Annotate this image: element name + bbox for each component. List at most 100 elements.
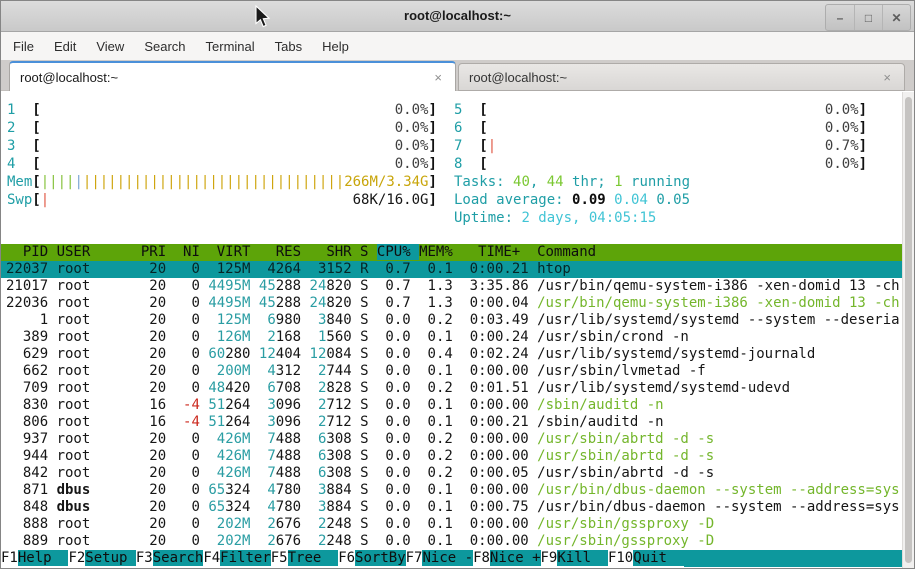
- fkey-number: F4: [203, 550, 220, 566]
- fkey-label: SortBy: [355, 550, 406, 566]
- process-row-889[interactable]: 889 root 20 0 202M 2676 2248 S 0.0 0.1 0…: [1, 533, 902, 550]
- fkey-f7[interactable]: F7Nice -: [406, 550, 473, 567]
- menu-item-tabs[interactable]: Tabs: [265, 35, 312, 58]
- process-rows: 22037 root 20 0 125M 4264 3152 R 0.7 0.1…: [1, 261, 902, 550]
- fkey-label: Help: [18, 550, 69, 566]
- minimize-button[interactable]: –: [826, 5, 854, 30]
- swp-meter: Swp[| 68K/16.0G]: [7, 191, 437, 209]
- fkey-label: Kill: [557, 550, 608, 566]
- fkey-number: F6: [338, 550, 355, 566]
- column-header-res[interactable]: RES: [259, 244, 310, 260]
- cpu-meter-3: 3 [ 0.0%]: [7, 137, 437, 155]
- fkey-number: F9: [541, 550, 558, 566]
- fkey-f6[interactable]: F6SortBy: [338, 550, 405, 567]
- process-row-389[interactable]: 389 root 20 0 126M 2168 1560 S 0.0 0.1 0…: [1, 329, 902, 346]
- htop-meters-left: 1 [ 0.0%]2 [ 0.0%]3 [ 0.0%]4 [ 0: [7, 101, 437, 209]
- menu-item-terminal[interactable]: Terminal: [196, 35, 265, 58]
- fkey-label: Nice -: [422, 550, 473, 566]
- fkey-f8[interactable]: F8Nice +: [473, 550, 540, 567]
- tab-close-icon[interactable]: ×: [880, 70, 894, 85]
- tab-close-icon[interactable]: ×: [431, 70, 445, 85]
- column-header-command[interactable]: Command: [537, 244, 596, 260]
- menu-item-file[interactable]: File: [3, 35, 44, 58]
- cpu-meter-7: 7 [| 0.7%]: [454, 137, 867, 155]
- load-average: Load average: 0.09 0.04 0.05: [454, 191, 867, 209]
- fkey-label: Quit: [633, 550, 684, 566]
- process-row-888[interactable]: 888 root 20 0 202M 2676 2248 S 0.0 0.1 0…: [1, 516, 902, 533]
- maximize-button[interactable]: □: [854, 5, 882, 30]
- fkey-f5[interactable]: F5Tree: [271, 550, 338, 567]
- terminal-screen[interactable]: 1 [ 0.0%]2 [ 0.0%]3 [ 0.0%]4 [ 0: [1, 92, 914, 568]
- fkey-number: F10: [608, 550, 633, 566]
- cpu-meter-4: 4 [ 0.0%]: [7, 155, 437, 173]
- fkey-number: F7: [406, 550, 423, 566]
- terminal-tab-1[interactable]: root@localhost:~ ×: [9, 61, 456, 91]
- cpu-meter-5: 5 [ 0.0%]: [454, 101, 867, 119]
- fkey-f1[interactable]: F1Help: [1, 550, 68, 567]
- column-header-s[interactable]: S: [360, 244, 377, 260]
- window-buttons: –□✕: [825, 4, 911, 31]
- fkey-label: Search: [153, 550, 204, 566]
- cpu-meter-1: 1 [ 0.0%]: [7, 101, 437, 119]
- menu-bar: FileEditViewSearchTerminalTabsHelp: [1, 32, 914, 60]
- column-header-pri[interactable]: PRI: [141, 244, 175, 260]
- menu-item-help[interactable]: Help: [312, 35, 359, 58]
- fkey-f10[interactable]: F10Quit: [608, 550, 684, 567]
- scrollbar-thumb[interactable]: [905, 97, 912, 563]
- terminal-tab-2[interactable]: root@localhost:~×: [458, 63, 905, 91]
- uptime: Uptime: 2 days, 04:05:15: [454, 209, 867, 227]
- column-header-user[interactable]: USER: [57, 244, 141, 260]
- terminal-window: root@localhost:~ –□✕ FileEditViewSearchT…: [0, 0, 915, 569]
- column-header-shr[interactable]: SHR: [309, 244, 360, 260]
- process-row-662[interactable]: 662 root 20 0 200M 4312 2744 S 0.0 0.1 0…: [1, 363, 902, 380]
- process-row-709[interactable]: 709 root 20 0 48420 6708 2828 S 0.0 0.2 …: [1, 380, 902, 397]
- fkey-number: F2: [68, 550, 85, 566]
- tab-label: root@localhost:~: [20, 70, 118, 85]
- process-row-806[interactable]: 806 root 16 -4 51264 3096 2712 S 0.0 0.1…: [1, 414, 902, 431]
- menu-item-edit[interactable]: Edit: [44, 35, 86, 58]
- tasks-summary: Tasks: 40, 44 thr; 1 running: [454, 173, 867, 191]
- cpu-meter-8: 8 [ 0.0%]: [454, 155, 867, 173]
- process-row-944[interactable]: 944 root 20 0 426M 7488 6308 S 0.0 0.2 0…: [1, 448, 902, 465]
- process-row-21017[interactable]: 21017 root 20 0 4495M 45288 24820 S 0.7 …: [1, 278, 902, 295]
- fkey-number: F5: [271, 550, 288, 566]
- process-row-629[interactable]: 629 root 20 0 60280 12404 12084 S 0.0 0.…: [1, 346, 902, 363]
- fkey-label: Filter: [220, 550, 271, 566]
- htop-meters-right: 5 [ 0.0%]6 [ 0.0%]7 [| 0.7%]8 [ 0.0%]Tas…: [454, 101, 867, 227]
- fkey-number: F3: [136, 550, 153, 566]
- column-header-virt[interactable]: VIRT: [208, 244, 259, 260]
- mem-meter: Mem[||||||||||||||||||||||||||||||||||||…: [7, 173, 437, 191]
- process-table-header[interactable]: PID USER PRI NI VIRT RES SHR S CPU% MEM%…: [1, 244, 902, 261]
- function-key-bar: F1Help F2Setup F3SearchF4FilterF5Tree F6…: [1, 550, 902, 567]
- process-row-22036[interactable]: 22036 root 20 0 4495M 45288 24820 S 0.7 …: [1, 295, 902, 312]
- fkey-f3[interactable]: F3Search: [136, 550, 203, 567]
- process-row-871[interactable]: 871 dbus 20 0 65324 4780 3884 S 0.0 0.1 …: [1, 482, 902, 499]
- process-table: PID USER PRI NI VIRT RES SHR S CPU% MEM%…: [1, 244, 902, 550]
- process-row-848[interactable]: 848 dbus 20 0 65324 4780 3884 S 0.0 0.1 …: [1, 499, 902, 516]
- process-row-842[interactable]: 842 root 20 0 426M 7488 6308 S 0.0 0.2 0…: [1, 465, 902, 482]
- process-row-22037[interactable]: 22037 root 20 0 125M 4264 3152 R 0.7 0.1…: [1, 261, 902, 278]
- column-header-ni[interactable]: NI: [175, 244, 209, 260]
- fkey-f9[interactable]: F9Kill: [541, 550, 608, 567]
- fkey-f2[interactable]: F2Setup: [68, 550, 135, 567]
- fkey-label: Setup: [85, 550, 136, 566]
- scrollbar[interactable]: [902, 92, 914, 568]
- menu-item-view[interactable]: View: [86, 35, 134, 58]
- process-row-830[interactable]: 830 root 16 -4 51264 3096 2712 S 0.0 0.1…: [1, 397, 902, 414]
- cpu-meter-6: 6 [ 0.0%]: [454, 119, 867, 137]
- fkey-label: Tree: [288, 550, 339, 566]
- column-header-pid[interactable]: PID: [6, 244, 57, 260]
- fkey-number: F8: [473, 550, 490, 566]
- cpu-meter-2: 2 [ 0.0%]: [7, 119, 437, 137]
- column-header-time+[interactable]: TIME+: [461, 244, 537, 260]
- fkey-f4[interactable]: F4Filter: [203, 550, 270, 567]
- tab-bar: root@localhost:~×root@localhost:~×: [1, 60, 914, 91]
- title-bar[interactable]: root@localhost:~ –□✕: [1, 1, 914, 32]
- close-button[interactable]: ✕: [882, 5, 910, 30]
- column-header-cpu%[interactable]: CPU%: [377, 244, 419, 260]
- menu-item-search[interactable]: Search: [134, 35, 195, 58]
- process-row-937[interactable]: 937 root 20 0 426M 7488 6308 S 0.0 0.2 0…: [1, 431, 902, 448]
- process-row-1[interactable]: 1 root 20 0 125M 6980 3840 S 0.0 0.2 0:0…: [1, 312, 902, 329]
- fkey-bar-fill: [684, 550, 902, 567]
- column-header-mem%[interactable]: MEM%: [419, 244, 461, 260]
